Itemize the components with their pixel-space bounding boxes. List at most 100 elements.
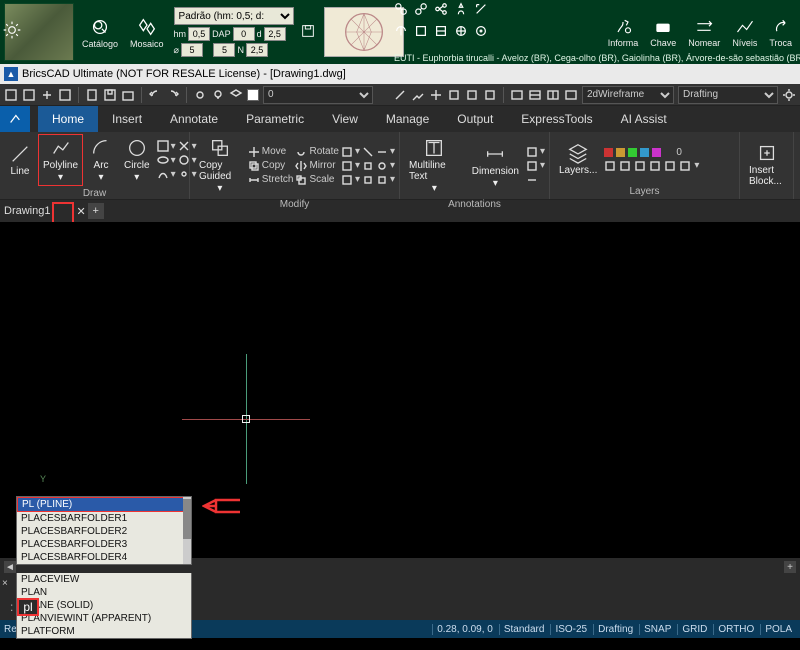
close-tab-icon[interactable]: ✕ bbox=[76, 205, 85, 218]
light-icon[interactable] bbox=[193, 88, 207, 102]
niveis-button[interactable]: Níveis bbox=[728, 17, 761, 48]
app-menu-button[interactable] bbox=[0, 106, 30, 132]
insert-block-button[interactable]: Insert Block... bbox=[744, 139, 789, 190]
new-tab-button[interactable]: + bbox=[88, 203, 104, 219]
undo-icon[interactable] bbox=[148, 88, 162, 102]
save-preset-icon[interactable] bbox=[300, 23, 316, 42]
tab-parametric[interactable]: Parametric bbox=[232, 106, 318, 132]
tab-expresstools[interactable]: ExpressTools bbox=[507, 106, 606, 132]
nomear-button[interactable]: Nomear bbox=[684, 17, 724, 48]
drawing-canvas[interactable]: Y PL (PLINE) PLACESBARFOLDER1 PLACESBARF… bbox=[0, 222, 800, 558]
tool-icon[interactable] bbox=[510, 88, 524, 102]
mini-icon[interactable] bbox=[474, 2, 488, 19]
tab-output[interactable]: Output bbox=[443, 106, 507, 132]
mini-icon[interactable] bbox=[434, 24, 448, 41]
tab-home[interactable]: Home bbox=[38, 106, 98, 132]
preset-select[interactable]: Padrão (hm: 0,5; d: bbox=[174, 7, 294, 25]
line-button[interactable]: Line bbox=[4, 140, 36, 180]
d2-input[interactable] bbox=[264, 27, 286, 41]
qat-icon[interactable] bbox=[4, 88, 18, 102]
tool-icon[interactable] bbox=[429, 88, 443, 102]
circle-button[interactable]: Circle▾ bbox=[119, 134, 155, 186]
catalogo-button[interactable]: Catálogo bbox=[78, 16, 122, 49]
qat-icon[interactable] bbox=[58, 88, 72, 102]
dimension-button[interactable]: Dimension▾ bbox=[467, 140, 524, 192]
rotate-button[interactable]: Rotate bbox=[295, 146, 338, 158]
light-icon[interactable] bbox=[2, 20, 22, 43]
arc-button[interactable]: Arc▾ bbox=[85, 134, 117, 186]
tab-annotate[interactable]: Annotate bbox=[156, 106, 232, 132]
command-autocomplete[interactable]: PL (PLINE) PLACESBARFOLDER1 PLACESBARFOL… bbox=[16, 496, 192, 565]
autocomplete-item[interactable]: PLACESBARFOLDER3 bbox=[17, 538, 191, 551]
stretch-button[interactable]: Stretch bbox=[248, 174, 294, 186]
mini-icon[interactable] bbox=[394, 24, 408, 41]
autocomplete-item[interactable]: PLATFORM bbox=[17, 625, 191, 638]
tool-icon[interactable] bbox=[411, 88, 425, 102]
mini-icon[interactable] bbox=[434, 2, 448, 19]
layer-select[interactable]: 0 bbox=[263, 86, 373, 104]
command-input[interactable]: pl bbox=[17, 598, 38, 616]
tool-icon[interactable] bbox=[564, 88, 578, 102]
autocomplete-item-selected[interactable]: PL (PLINE) bbox=[17, 497, 191, 512]
autocomplete-item[interactable]: PLACESBARFOLDER1 bbox=[17, 512, 191, 525]
autocomplete-item[interactable]: PLACESBARFOLDER4 bbox=[17, 551, 191, 564]
drawing-tab[interactable]: Drawing1 bbox=[4, 205, 50, 217]
troca-button[interactable]: Troca bbox=[765, 17, 796, 48]
mosaico-button[interactable]: Mosaico bbox=[126, 16, 168, 49]
dap5-input[interactable] bbox=[213, 43, 235, 57]
move-button[interactable]: Move bbox=[248, 146, 294, 158]
status-snap[interactable]: SNAP bbox=[639, 624, 675, 635]
tab-insert[interactable]: Insert bbox=[98, 106, 156, 132]
tool-icon[interactable] bbox=[393, 88, 407, 102]
autocomplete-item[interactable]: PLAN bbox=[17, 586, 191, 599]
copy-guided-button[interactable]: Copy Guided▾ bbox=[194, 134, 246, 197]
status-ortho[interactable]: ORTHO bbox=[713, 624, 758, 635]
visual-style-select[interactable]: 2dWireframe bbox=[582, 86, 674, 104]
color-swatch[interactable] bbox=[247, 89, 259, 101]
copy-button[interactable]: Copy bbox=[248, 160, 294, 172]
mode-select[interactable]: Drafting bbox=[678, 86, 778, 104]
tool-icon[interactable] bbox=[465, 88, 479, 102]
tool-icon[interactable] bbox=[447, 88, 461, 102]
layout-prev[interactable]: ◄ bbox=[4, 561, 16, 573]
mtext-button[interactable]: Multiline Text▾ bbox=[404, 134, 465, 197]
polyline-button[interactable]: Polyline▾ bbox=[38, 134, 83, 186]
redo-icon[interactable] bbox=[166, 88, 180, 102]
hm-input[interactable] bbox=[188, 27, 210, 41]
tab-view[interactable]: View bbox=[318, 106, 372, 132]
chave-button[interactable]: Chave bbox=[646, 17, 680, 48]
tab-aiassist[interactable]: AI Assist bbox=[607, 106, 681, 132]
mini-icon[interactable] bbox=[454, 24, 468, 41]
command-autocomplete-cont[interactable]: PLACEVIEW PLAN PLANE (SOLID) PLANVIEWINT… bbox=[16, 573, 192, 639]
tab-manage[interactable]: Manage bbox=[372, 106, 443, 132]
dap0-input[interactable] bbox=[233, 27, 255, 41]
qat-icon[interactable] bbox=[103, 88, 117, 102]
tool-icon[interactable] bbox=[528, 88, 542, 102]
gear-icon[interactable] bbox=[782, 88, 796, 102]
mini-icon[interactable] bbox=[474, 24, 488, 41]
status-drafting[interactable]: Drafting bbox=[593, 624, 637, 635]
mini-icon[interactable] bbox=[394, 2, 408, 19]
qat-icon[interactable] bbox=[22, 88, 36, 102]
layout-add[interactable]: + bbox=[784, 561, 796, 573]
mirror-button[interactable]: Mirror bbox=[295, 160, 338, 172]
tool-icon[interactable] bbox=[546, 88, 560, 102]
mini-icon[interactable] bbox=[414, 2, 428, 19]
layer-icon[interactable] bbox=[229, 88, 243, 102]
qat-icon[interactable] bbox=[121, 88, 135, 102]
status-polar[interactable]: POLA bbox=[760, 624, 796, 635]
mini-icon[interactable] bbox=[454, 2, 468, 19]
autocomplete-item[interactable]: PLACESBARFOLDER2 bbox=[17, 525, 191, 538]
layers-button[interactable]: Layers... bbox=[554, 139, 602, 179]
mini-icon[interactable] bbox=[414, 24, 428, 41]
scrollbar[interactable] bbox=[183, 497, 191, 564]
informa-button[interactable]: Informa bbox=[604, 17, 643, 48]
qat-icon[interactable] bbox=[85, 88, 99, 102]
status-iso[interactable]: ISO-25 bbox=[550, 624, 591, 635]
status-standard[interactable]: Standard bbox=[499, 624, 549, 635]
bulb-icon[interactable] bbox=[211, 88, 225, 102]
autocomplete-item[interactable]: PLANE (SOLID) bbox=[17, 599, 191, 612]
autocomplete-item[interactable]: PLACEVIEW bbox=[17, 573, 191, 586]
tool-icon[interactable] bbox=[483, 88, 497, 102]
autocomplete-item[interactable]: PLANVIEWINT (APPARENT) bbox=[17, 612, 191, 625]
